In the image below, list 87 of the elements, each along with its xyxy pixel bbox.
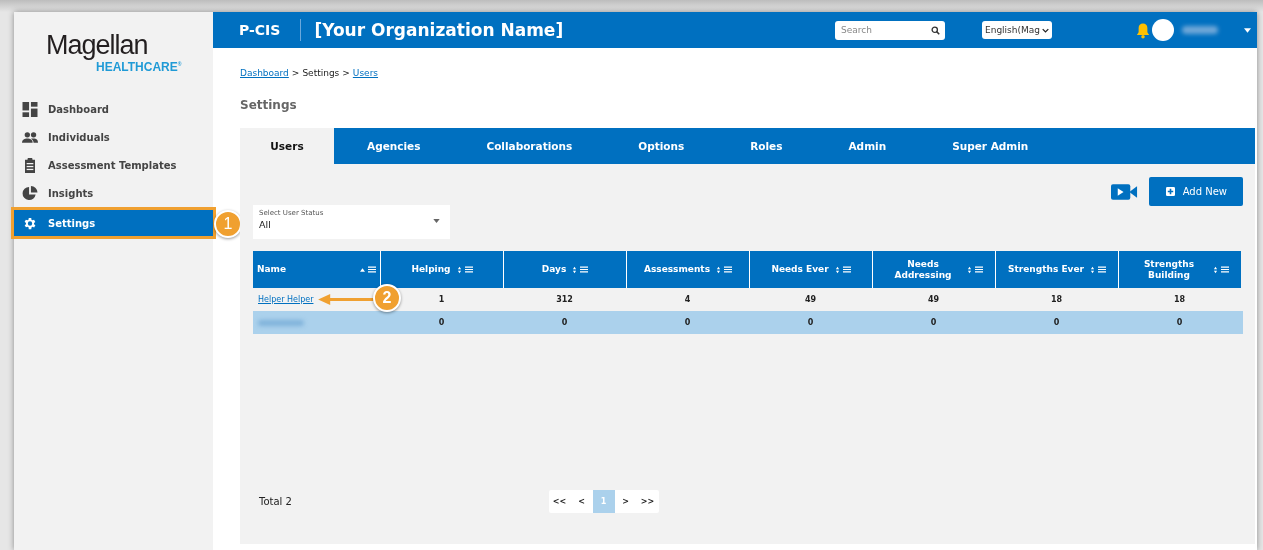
menu-icon[interactable] [1097,266,1106,273]
table-cell: 0 [561,318,568,327]
table-cell: 0 [1176,318,1183,327]
add-new-button[interactable]: Add New [1148,177,1243,206]
column-header[interactable]: Days [503,251,626,288]
table-cell: 0 [684,318,691,327]
language-select[interactable]: English(Mag [982,21,1052,39]
menu-icon[interactable] [975,266,983,273]
pagination-button[interactable]: << [548,489,571,513]
menu-icon[interactable] [464,266,473,273]
chevron-down-icon [1042,27,1049,33]
menu-icon[interactable] [368,266,376,273]
sort-icon[interactable] [456,265,462,274]
sort-icon[interactable] [572,265,578,274]
sort-icon[interactable] [834,265,840,274]
sort-icon[interactable] [1089,265,1095,274]
organization-name: [Your Organization Name] [314,20,564,40]
tab[interactable]: Super Admin [919,128,1062,164]
total-count: Total 2 [258,495,293,507]
breadcrumb-current: Settings [302,68,340,78]
column-header[interactable]: Strengths Building [1118,251,1241,288]
pie-chart-icon [22,185,38,201]
sort-icon[interactable] [1213,265,1218,274]
page-title: Settings [240,98,298,112]
column-header[interactable]: Name [253,251,380,288]
caret-icon[interactable] [1244,27,1251,33]
sidebar-item[interactable]: Insights [14,182,213,204]
sort-ascending-icon[interactable] [360,265,365,274]
sort-icon[interactable] [716,265,721,274]
callout-marker: 2 [373,284,401,312]
redacted-user-name [258,319,304,326]
menu-icon[interactable] [724,266,732,273]
tab[interactable]: Admin [815,128,920,164]
sidebar-item[interactable]: Dashboard [14,98,213,120]
table-cell: 1 [438,295,445,304]
breadcrumb-separator: > [291,68,300,78]
table-cell: 0 [438,318,445,327]
menu-icon[interactable] [842,266,851,273]
sidebar-item[interactable]: Assessment Templates [14,154,213,176]
people-icon [22,129,38,145]
table-cell: 18 [1173,295,1186,304]
search-field[interactable]: Search [835,20,945,40]
pagination-button[interactable]: < [570,489,593,513]
search-icon [931,25,940,35]
sidebar-item[interactable]: Individuals [14,126,213,148]
breadcrumb-link[interactable]: Users [352,68,379,78]
column-header[interactable]: Needs Addressing [872,251,995,288]
table-cell: 312 [556,295,573,304]
table-cell: 49 [804,295,817,304]
column-header[interactable]: Needs Ever [749,251,872,288]
pointer-arrow [317,293,375,306]
table-cell: 0 [930,318,937,327]
sort-icon[interactable] [967,265,972,274]
logo-tagline: HEALTHCARE$^{®}$ [96,60,182,73]
video-camera-icon[interactable] [1110,183,1138,200]
pagination-button[interactable]: > [614,489,637,513]
breadcrumb-link[interactable]: Dashboard [240,68,289,78]
breadcrumb-separator: > [342,68,350,78]
column-header[interactable]: Assessments [626,251,749,288]
table-cell: 0 [807,318,814,327]
column-header[interactable]: Helping [380,251,503,288]
bell-icon[interactable] [1136,21,1150,39]
dashboard-icon [22,101,38,117]
menu-icon[interactable] [1221,266,1229,273]
tab[interactable]: Collaborations [453,128,606,164]
settings-icon [22,215,38,231]
app-name: P-CIS [213,19,302,41]
sidebar-item[interactable]: Settings [14,210,213,236]
plus-icon [1165,187,1175,196]
table-cell: 4 [684,295,691,304]
logo-wordmark: Magellan [46,32,148,58]
column-header[interactable]: Strengths Ever [995,251,1118,288]
user-name-link[interactable]: Helper Helper [258,295,314,304]
tab[interactable]: Roles [717,128,816,164]
clipboard-icon [22,157,38,173]
tab[interactable]: Agencies [334,128,454,164]
table-cell: 18 [1050,295,1063,304]
table-cell: 0 [1053,318,1060,327]
avatar[interactable] [1152,19,1174,41]
redacted-user-name [1182,26,1218,34]
tab[interactable]: Users [240,128,334,164]
table-cell: 49 [927,295,940,304]
table-row[interactable]: 0 0 0 0 0 0 0 [253,311,1243,334]
pagination-button[interactable]: >> [636,489,659,513]
menu-icon[interactable] [580,266,589,273]
tab[interactable]: Options [605,128,718,164]
caret-icon [433,219,440,223]
